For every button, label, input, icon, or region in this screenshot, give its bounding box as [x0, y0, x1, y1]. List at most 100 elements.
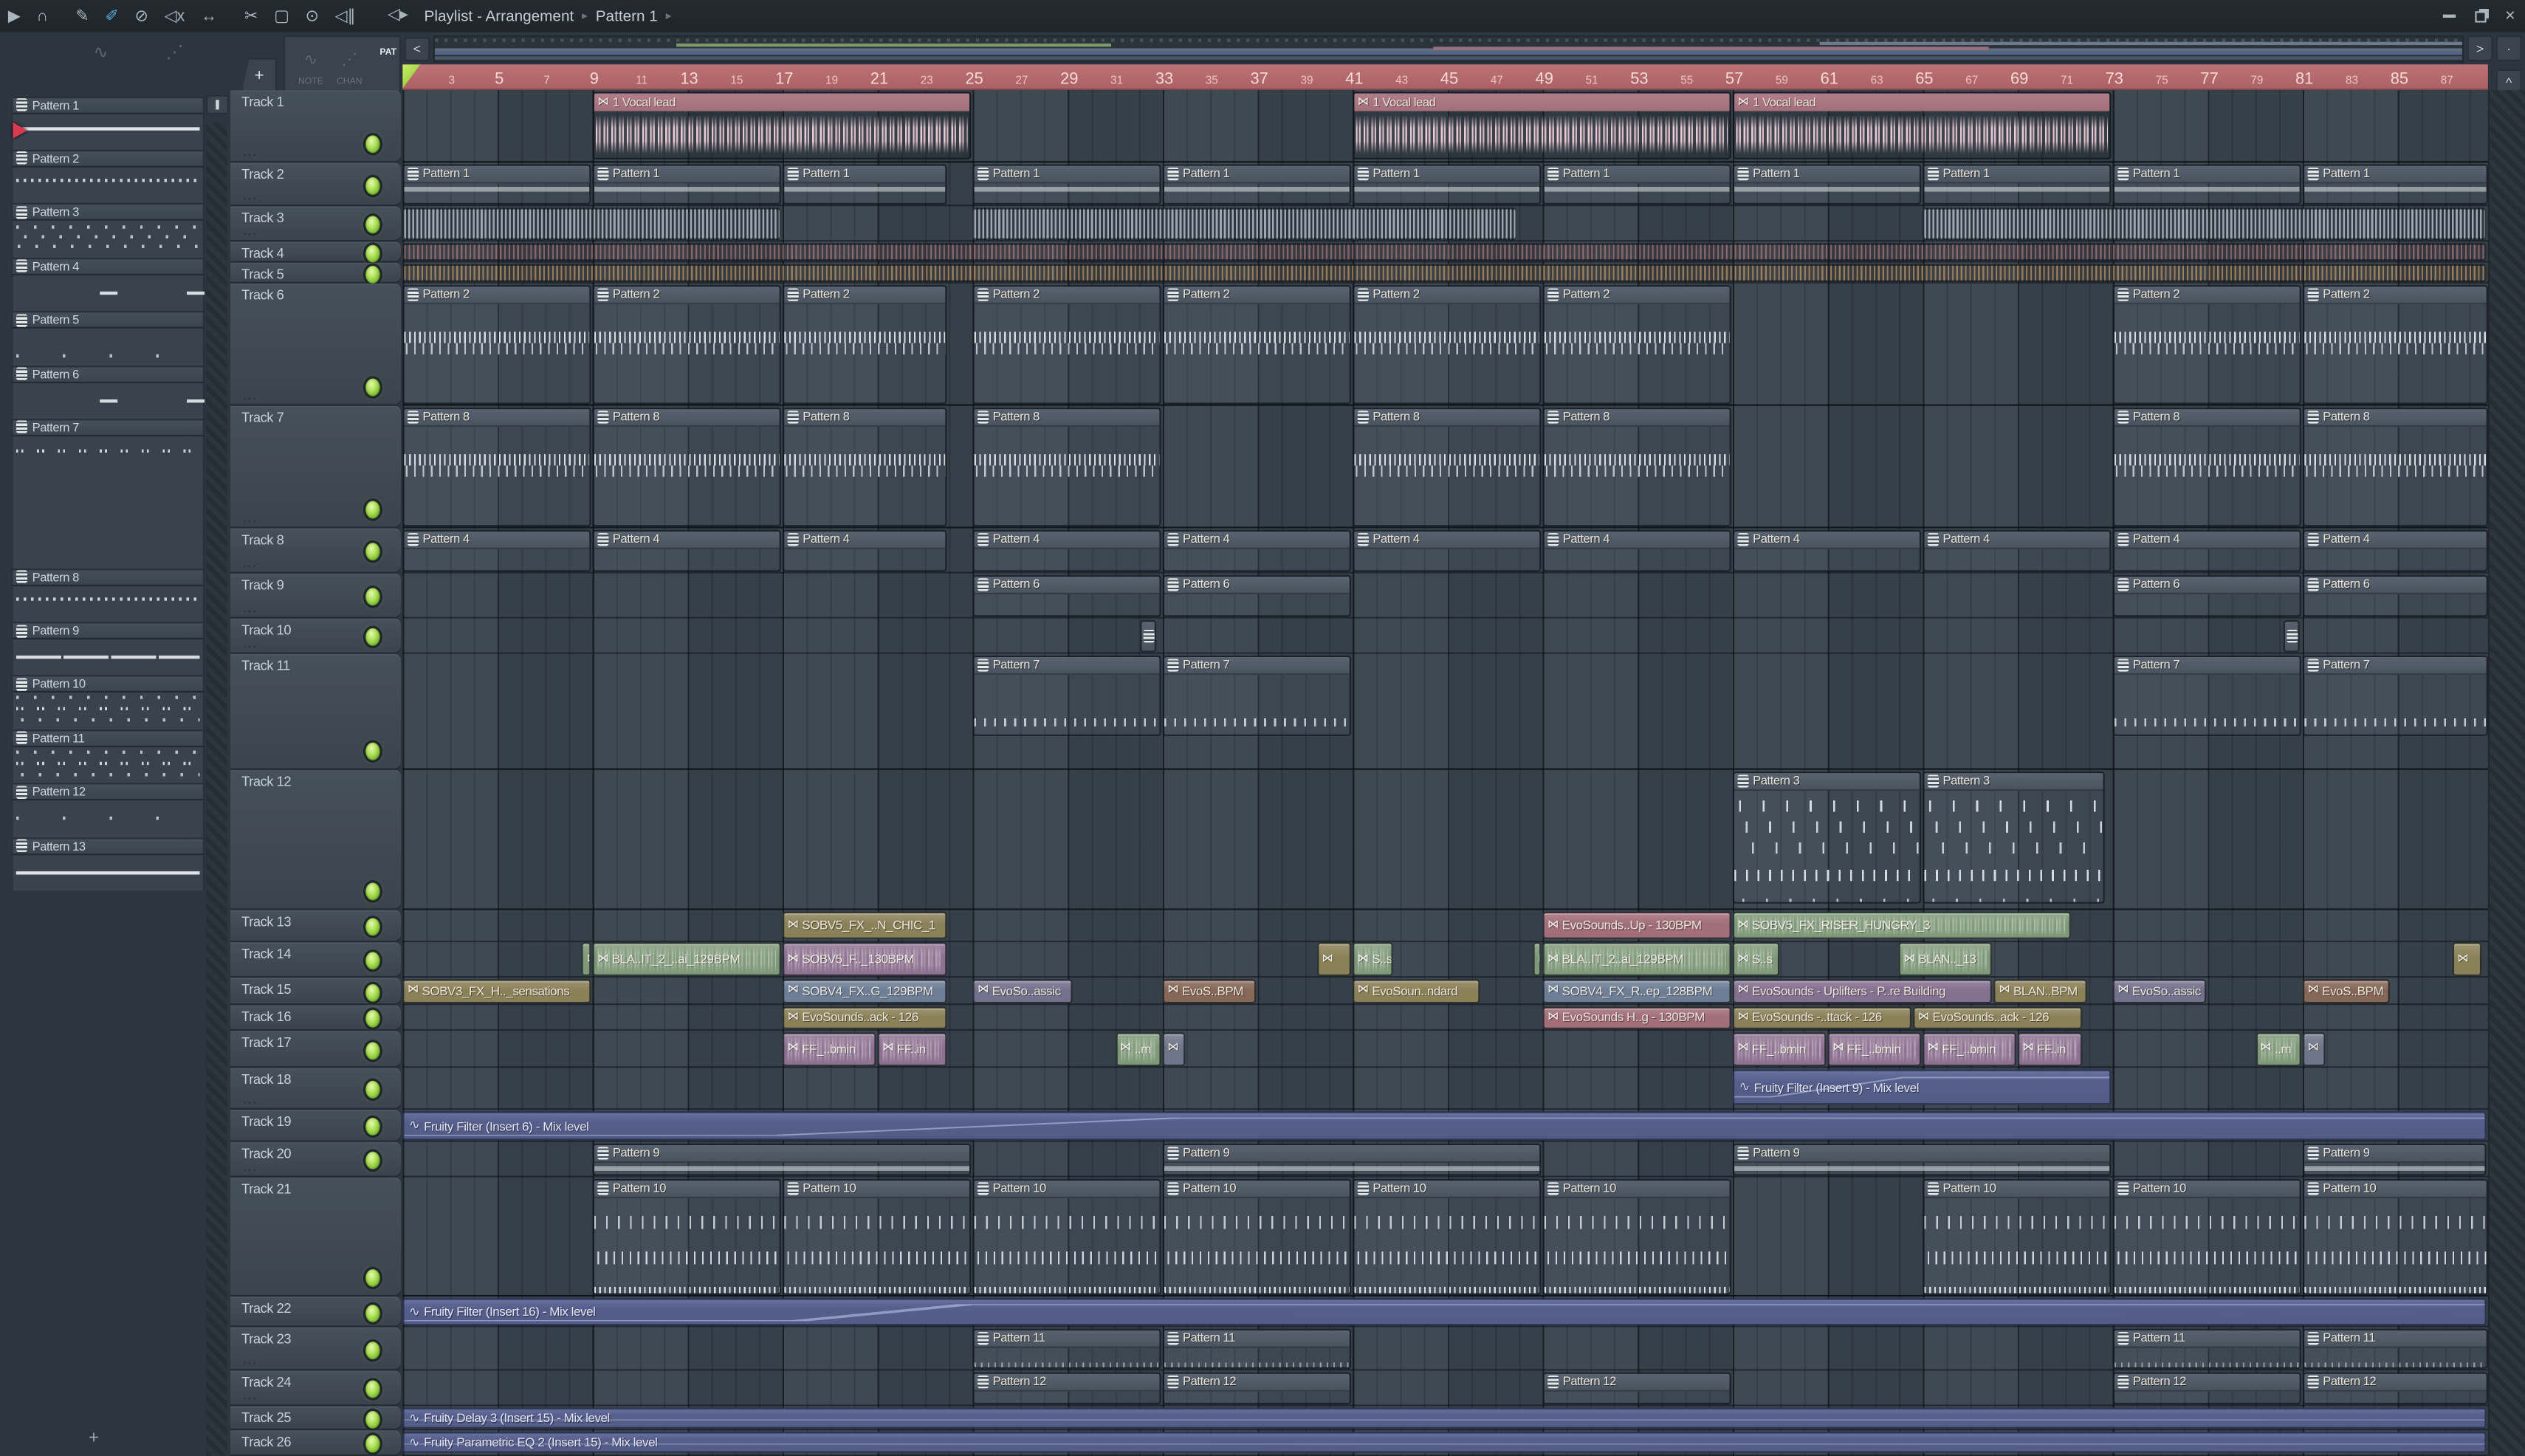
track-header[interactable]: Track 1... [230, 90, 402, 162]
track-enable-led[interactable] [365, 501, 380, 519]
automation-clip[interactable]: ∿ Fruity Filter (Insert 16) - Mix level [402, 1298, 2487, 1326]
pattern-clip[interactable]: Pattern 8 [972, 406, 1161, 526]
audio-clip[interactable]: ⋈ 1 Vocal lead [1732, 92, 2112, 159]
audio-clip[interactable]: ⋈ 1 Vocal lead [1353, 92, 1731, 159]
audio-clip[interactable]: ⋈ SOBV4_FX_R..ep_128BPM [1542, 978, 1731, 1003]
pattern-preview[interactable] [11, 693, 205, 729]
pattern-item-header[interactable]: Pattern 1 [11, 95, 205, 114]
pattern-clip[interactable]: Pattern 8 [2303, 406, 2488, 526]
pattern-clip-header[interactable]: Pattern 1 [1734, 165, 1920, 183]
audio-clip[interactable]: ⋈ SOBV5_FX_RISER_HUNGRY_3 [1732, 911, 2071, 939]
track-enable-led[interactable] [365, 1435, 380, 1453]
track-enable-led[interactable] [365, 742, 380, 760]
pattern-clip-header[interactable]: Pattern 4 [1734, 530, 1920, 549]
track-header[interactable]: Track 21 [230, 1177, 402, 1295]
track-header[interactable]: Track 3... [230, 206, 402, 241]
automation-clip[interactable]: ∿ Fruity Filter (Insert 6) - Mix level [402, 1111, 2487, 1141]
pattern-clip[interactable]: Pattern 11 [2112, 1328, 2301, 1369]
pattern-clip[interactable]: Pattern 12 [2303, 1371, 2488, 1404]
pattern-clip-header[interactable]: Pattern 9 [1734, 1144, 2110, 1162]
track-enable-led[interactable] [365, 1341, 380, 1359]
pattern-clip-header[interactable]: Pattern 2 [1544, 286, 1730, 304]
pattern-clip[interactable]: Pattern 1 [1732, 163, 1922, 204]
audio-clip[interactable]: ⋈ EvoSoun..ndard [1353, 978, 1480, 1003]
playlist-lane[interactable]: Pattern 4 Pattern 4 Pattern 4 Pattern 4 Patt… [402, 529, 2488, 574]
track-header[interactable]: Track 25 [230, 1406, 402, 1429]
audio-clip[interactable]: ⋈ EvoSounds..ack - 126 [783, 1006, 948, 1029]
pattern-clip-header[interactable]: Pattern 4 [1924, 530, 2110, 549]
track-header[interactable]: Track 15 [230, 978, 402, 1004]
pattern-clip-header[interactable]: Pattern 2 [784, 286, 946, 304]
pattern-clip-header[interactable]: Pattern 7 [2304, 656, 2487, 674]
pattern-preview[interactable] [11, 221, 205, 258]
mute-icon[interactable]: ◁x [165, 7, 185, 25]
pattern-clip[interactable]: Pattern 4 [1542, 529, 1731, 571]
pattern-clip[interactable]: Pattern 4 [972, 529, 1161, 571]
pattern-clip[interactable]: Pattern 9 [592, 1142, 972, 1175]
pattern-clip-header[interactable]: Pattern 8 [1354, 408, 1540, 426]
playlist-lane[interactable]: ∿ Fruity Parametric EQ 2 (Insert 15) - Mi… [402, 1430, 2488, 1456]
pattern-clip-header[interactable]: Pattern 2 [404, 286, 590, 304]
playlist-lane[interactable]: Pattern 7 Pattern 7 Pattern 7 Pattern 7 [402, 654, 2488, 770]
playlist-lane[interactable]: ∿ Fruity Filter (Insert 9) - Mix level [402, 1068, 2488, 1110]
audio-clip[interactable]: ⋈ FF_..bmin [1732, 1031, 1827, 1066]
audio-stripes-clip[interactable] [402, 242, 2487, 261]
pattern-clip[interactable]: Pattern 10 [2112, 1178, 2301, 1294]
audio-clip[interactable]: ⋈ BLA..IT_2_..ai_129BPM [592, 942, 781, 976]
pattern-clip-header[interactable]: Pattern 4 [1544, 530, 1730, 549]
pattern-clip-header[interactable]: Pattern 6 [974, 575, 1160, 594]
automation-clip[interactable]: ∿ Fruity Parametric EQ 2 (Insert 15) - Mi… [402, 1432, 2487, 1453]
pattern-clip[interactable]: Pattern 1 [972, 163, 1161, 204]
pattern-clip-header[interactable]: Pattern 4 [974, 530, 1160, 549]
automation-clip[interactable]: ∿ Fruity Delay 3 (Insert 15) - Mix level [402, 1407, 2487, 1429]
audio-clip[interactable]: ⋈ [1162, 1031, 1185, 1066]
pattern-clip-header[interactable]: Pattern 7 [1164, 656, 1350, 674]
playlist-lane[interactable]: Pattern 12 Pattern 12 Pattern 12 Pattern 12… [402, 1370, 2488, 1407]
audio-clip[interactable]: ⋈ ..m [2255, 1031, 2301, 1066]
pattern-clip[interactable]: Pattern 12 [1162, 1371, 1351, 1404]
pattern-clip-header[interactable]: Pattern 12 [974, 1373, 1160, 1391]
track-enable-led[interactable] [365, 265, 380, 284]
playlist-lane[interactable]: ⋈ EvoSounds..ack - 126 ⋈ EvoSounds H..g - 1… [402, 1005, 2488, 1031]
pattern-clip-header[interactable]: Pattern 12 [1544, 1373, 1730, 1391]
audio-clip[interactable]: ⋈ SOBV3_FX_H.._sensations [402, 978, 591, 1003]
track-header[interactable]: Track 9... [230, 573, 402, 617]
slice-icon[interactable]: ✂ [244, 7, 258, 25]
audio-clip[interactable]: ⋈ EvoSo..assic [2112, 978, 2207, 1003]
pattern-clip[interactable]: Pattern 11 [1162, 1328, 1351, 1369]
pattern-item-header[interactable]: Pattern 8 [11, 568, 205, 586]
pattern-clip[interactable]: Pattern 1 [1162, 163, 1351, 204]
pattern-clip-header[interactable]: Pattern 4 [1354, 530, 1540, 549]
pattern-clip[interactable]: Pattern 2 [1353, 284, 1542, 404]
track-enable-led[interactable] [365, 216, 380, 234]
pattern-clip-header[interactable]: Pattern 1 [2114, 165, 2300, 183]
pattern-clip[interactable]: Pattern 4 [402, 529, 591, 571]
pattern-clip-header[interactable]: Pattern 9 [2304, 1144, 2485, 1162]
pattern-clip[interactable]: Pattern 1 [402, 163, 591, 204]
pattern-clip[interactable]: Pattern 1 [783, 163, 948, 204]
pattern-clip[interactable]: Pattern 2 [2112, 284, 2301, 404]
mini-pattern-clip[interactable] [2284, 619, 2301, 652]
pattern-clip[interactable]: Pattern 8 [1353, 406, 1542, 526]
track-enable-led[interactable] [365, 1151, 380, 1170]
pattern-clip-header[interactable]: Pattern 6 [1164, 575, 1350, 594]
pattern-clip-header[interactable]: Pattern 8 [594, 408, 780, 426]
audio-clip[interactable]: ⋈ EvoSo..assic [972, 978, 1073, 1003]
playlist-lane[interactable]: Pattern 11 Pattern 11 Pattern 11 Pattern 11 [402, 1327, 2488, 1371]
pattern-clip-header[interactable]: Pattern 10 [974, 1179, 1160, 1198]
pattern-preview[interactable] [11, 639, 205, 676]
pattern-clip-header[interactable]: Pattern 1 [1544, 165, 1730, 183]
pattern-clip-header[interactable]: Pattern 1 [1354, 165, 1540, 183]
pattern-clip[interactable]: Pattern 4 [1162, 529, 1351, 571]
playlist-lane[interactable]: Pattern 9 Pattern 9 Pattern 9 Pattern 9 [402, 1142, 2488, 1178]
mode-chan[interactable]: ⋰ CHAN [330, 44, 368, 87]
scroll-left-button[interactable]: < [404, 37, 430, 61]
slip-icon[interactable]: ↔ [201, 7, 217, 25]
track-header[interactable]: Track 23... [230, 1327, 402, 1370]
playlist-lane[interactable] [402, 619, 2488, 654]
playlist-lane[interactable]: Pattern 8 Pattern 8 Pattern 8 Pattern 8 Patt… [402, 406, 2488, 529]
pattern-clip-header[interactable]: Pattern 12 [1164, 1373, 1350, 1391]
track-header[interactable]: Track 18... [230, 1068, 402, 1108]
pattern-clip-header[interactable]: Pattern 8 [2304, 408, 2487, 426]
track-enable-led[interactable] [365, 983, 380, 1001]
